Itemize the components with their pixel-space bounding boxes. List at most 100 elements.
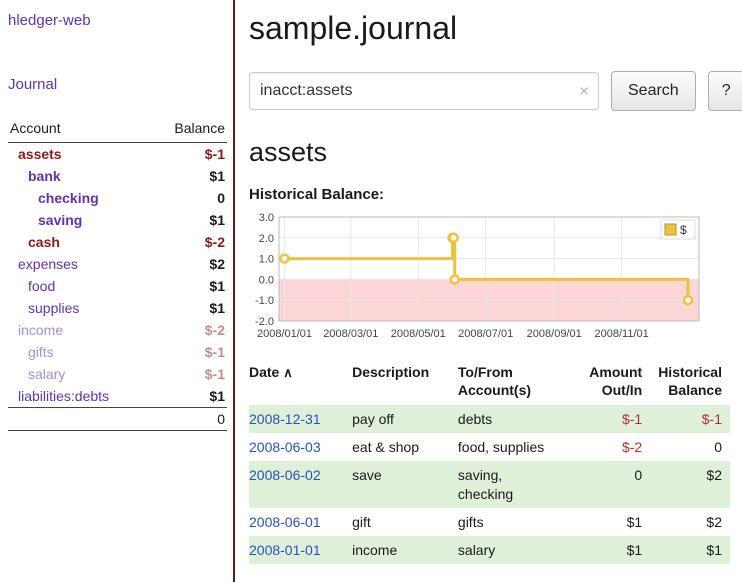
sidebar-account-income[interactable]: income [18,322,63,338]
account-balance: $1 [151,209,227,231]
search-input[interactable] [249,72,599,110]
legend-swatch-icon [665,224,676,235]
x-axis-label: 2008/09/01 [527,328,582,340]
search-button[interactable]: Search [611,71,696,111]
sidebar-account-bank[interactable]: bank [28,168,61,184]
sidebar-account-salary[interactable]: salary [28,366,65,382]
account-row: income $-2 [8,319,227,341]
y-axis-label: -1.0 [255,295,274,307]
register-row: 2008-06-02savesaving, checking0$2 [249,461,730,507]
y-axis-label: 0.0 [259,274,274,286]
balance-column-header: Balance [151,118,227,143]
chart-legend: $ [661,220,695,239]
legend-series-label: $ [680,223,687,237]
sidebar-account-cash[interactable]: cash [28,234,60,250]
x-axis-label: 2008/01/01 [257,328,312,340]
account-balance: $-2 [151,231,227,253]
register-row: 2008-06-01giftgifts$1$2 [249,508,730,536]
register-header-description: Description [344,362,450,405]
data-point [451,275,459,283]
register-date-link[interactable]: 2008-06-02 [249,467,321,483]
y-axis-label: 1.0 [259,254,274,266]
account-balance: $-1 [151,363,227,385]
register-date-cell: 2008-06-02 [249,461,344,507]
data-point [281,255,289,263]
register-balance: $-1 [650,405,730,433]
account-balance: $-1 [151,143,227,166]
sidebar-item-journal[interactable]: Journal [8,76,57,93]
register-balance: 0 [650,433,730,461]
account-row: cash $-2 [8,231,227,253]
register-date-link[interactable]: 2008-01-01 [249,542,321,558]
search-box: × [249,72,599,110]
account-row: checking0 [8,187,227,209]
page-title: sample.journal [249,10,742,47]
register-table: Date ∧ Description To/From Account(s) Am… [249,362,730,564]
accounts-column-header: Account [8,118,151,143]
register-description: save [344,461,450,507]
account-row: gifts$-1 [8,341,227,363]
sidebar-account-gifts[interactable]: gifts [28,344,54,360]
app: hledger-web Journal Account Balance asse… [0,0,742,582]
register-amount: $-1 [579,405,650,433]
sidebar-account-food[interactable]: food [28,278,55,294]
register-description: pay off [344,405,450,433]
sidebar-account-assets[interactable]: assets [18,146,62,162]
account-balance: $1 [151,275,227,297]
register-accounts: salary [450,536,579,564]
register-header-date[interactable]: Date ∧ [249,362,344,405]
register-header-balance: Historical Balance [650,362,730,405]
app-title-link[interactable]: hledger-web [8,12,91,29]
register-accounts: food, supplies [450,433,579,461]
register-date-cell: 2008-06-01 [249,508,344,536]
clear-search-icon[interactable]: × [579,83,589,100]
x-axis-label: 2008/07/01 [458,328,513,340]
y-axis-label: 2.0 [259,233,274,245]
register-amount: 0 [579,461,650,507]
account-row: assets $-1 [8,143,227,166]
total-row-spacer [8,408,151,431]
total-balance: 0 [151,408,227,431]
sidebar-account-expenses[interactable]: expenses [18,256,78,272]
data-point [684,296,692,304]
register-date-link[interactable]: 2008-12-31 [249,411,321,427]
sidebar-nav: Journal [8,76,227,94]
historical-balance-chart: 3.0 2.0 1.0 0.0 -1.0 -2.02008/01/01 2008/03/01… [249,209,711,343]
register-header-row: Date ∧ Description To/From Account(s) Am… [249,362,730,405]
account-row: supplies$1 [8,297,227,319]
register-accounts: saving, checking [450,461,579,507]
accounts-header-row: Account Balance [8,118,227,143]
sort-ascending-icon: ∧ [283,365,293,380]
register-header-accounts: To/From Account(s) [450,362,579,405]
account-balance: $-2 [151,319,227,341]
accounts-table-body: assets$-1bank$1checking0saving$1cash$-2e… [8,143,227,408]
chart-title: Historical Balance: [249,186,742,203]
sidebar-account-saving[interactable]: saving [38,212,82,228]
sidebar: hledger-web Journal Account Balance asse… [0,0,235,582]
register-amount: $1 [579,508,650,536]
register-date-cell: 2008-01-01 [249,536,344,564]
data-point [450,234,458,242]
search-bar: × Search ? [249,71,742,111]
register-date-link[interactable]: 2008-06-01 [249,514,321,530]
y-axis-label: -2.0 [255,316,274,328]
accounts-table: Account Balance assets$-1bank$1checking0… [8,118,227,431]
account-row: salary $-1 [8,363,227,385]
sidebar-account-checking[interactable]: checking [38,190,99,206]
sidebar-account-liabilities-debts[interactable]: liabilities:debts [18,388,109,404]
x-axis-label: 2008/03/01 [323,328,378,340]
sidebar-account-supplies[interactable]: supplies [28,300,79,316]
register-balance: $1 [650,536,730,564]
register-accounts: debts [450,405,579,433]
register-date-link[interactable]: 2008-06-03 [249,439,321,455]
account-row: food $1 [8,275,227,297]
help-button[interactable]: ? [708,71,742,111]
register-description: eat & shop [344,433,450,461]
register-row: 2008-01-01incomesalary$1$1 [249,536,730,564]
register-description: gift [344,508,450,536]
y-axis-label: 3.0 [259,212,274,224]
register-row: 2008-06-03eat & shopfood, supplies$-20 [249,433,730,461]
register-date-cell: 2008-06-03 [249,433,344,461]
x-axis-label: 2008/11/01 [595,328,649,340]
account-row: liabilities:debts$1 [8,385,227,408]
